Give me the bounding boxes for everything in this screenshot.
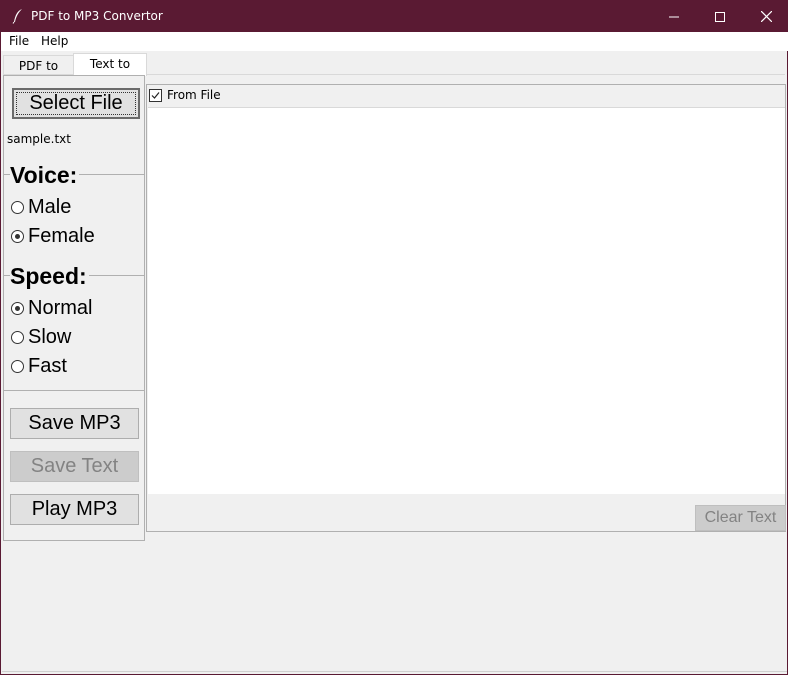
close-button[interactable]	[743, 1, 788, 32]
speed-normal-radio[interactable]: Normal	[11, 297, 92, 320]
speed-fast-label: Fast	[28, 355, 67, 377]
focus-ring	[16, 92, 136, 115]
tab-divider	[147, 74, 785, 75]
save-text-button[interactable]: Save Text	[10, 451, 139, 482]
save-mp3-button[interactable]: Save MP3	[10, 408, 139, 439]
radio-checked-icon	[11, 302, 24, 315]
radio-unchecked-icon	[11, 201, 24, 214]
voice-female-label: Female	[28, 225, 95, 247]
window-bottom-border	[2, 671, 787, 672]
close-icon	[760, 11, 772, 22]
menu-help[interactable]: Help	[41, 34, 68, 48]
minimize-button[interactable]	[651, 1, 697, 32]
text-input-area[interactable]	[148, 107, 785, 494]
select-file-button[interactable]: Select File	[12, 88, 140, 119]
from-file-checkbox[interactable]: From File	[149, 88, 221, 102]
clear-text-button[interactable]: Clear Text	[695, 505, 786, 531]
from-file-label: From File	[167, 88, 221, 102]
title-bar[interactable]: PDF to MP3 Convertor	[1, 1, 788, 32]
checkbox-checked-icon	[149, 88, 162, 102]
speed-fast-radio[interactable]: Fast	[11, 355, 67, 378]
voice-male-radio[interactable]: Male	[11, 196, 71, 219]
menu-file[interactable]: File	[9, 34, 29, 48]
maximize-button[interactable]	[697, 1, 743, 32]
window-title: PDF to MP3 Convertor	[31, 9, 163, 23]
feather-icon	[12, 9, 22, 24]
voice-male-label: Male	[28, 196, 72, 218]
speed-slow-label: Slow	[28, 326, 72, 348]
app-window: PDF to MP3 Convertor File Help PDF to MP…	[0, 0, 788, 675]
radio-unchecked-icon	[11, 360, 24, 373]
radio-checked-icon	[11, 230, 24, 243]
tab-text-to-mp3[interactable]: Text to MP3	[73, 53, 147, 91]
selected-file-name: sample.txt	[7, 132, 71, 146]
radio-unchecked-icon	[11, 331, 24, 344]
tab-pdf-to-mp3[interactable]: PDF to MP3	[3, 55, 74, 93]
minimize-icon	[669, 16, 679, 17]
speed-title: Speed:	[10, 263, 89, 290]
voice-title: Voice:	[10, 162, 80, 189]
speed-normal-label: Normal	[28, 297, 93, 319]
menu-bar: File Help	[1, 32, 788, 51]
play-mp3-button[interactable]: Play MP3	[10, 494, 139, 525]
text-panel: From File Clear Text	[146, 84, 786, 532]
buttons-divider	[4, 390, 144, 391]
voice-female-radio[interactable]: Female	[11, 225, 95, 248]
options-panel: Select File sample.txt Voice: Male Femal…	[3, 75, 145, 541]
speed-slow-radio[interactable]: Slow	[11, 326, 71, 349]
text-panel-bottom-border	[147, 531, 695, 532]
maximize-icon	[715, 11, 725, 22]
